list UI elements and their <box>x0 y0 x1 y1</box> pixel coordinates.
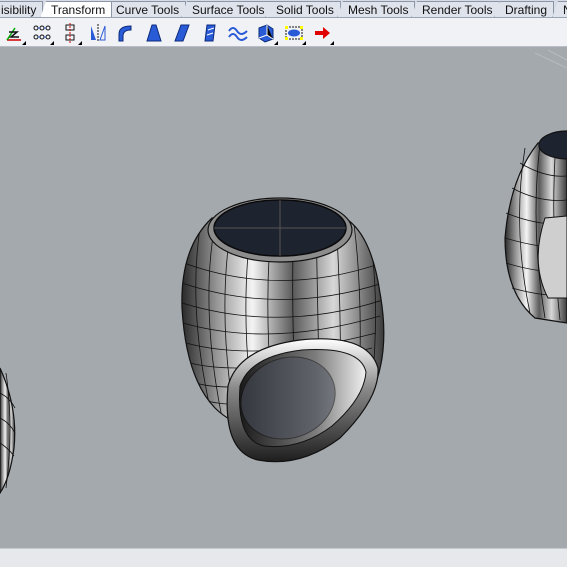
tab-mesh-tools[interactable]: Mesh Tools <box>337 1 416 17</box>
tab-mesh-tools-label: Mesh Tools <box>348 3 409 17</box>
shear-icon[interactable] <box>170 21 194 45</box>
tab-visibility[interactable]: isibility <box>0 1 44 17</box>
bend-icon[interactable] <box>114 21 138 45</box>
flow-along-surface-icon[interactable] <box>254 21 278 45</box>
tab-render-tools-label: Render Tools <box>422 3 493 17</box>
tab-curve-tools-label: Curve Tools <box>116 3 180 17</box>
tab-drafting[interactable]: Drafting <box>494 1 555 17</box>
ring-right-partial <box>504 130 567 324</box>
tab-drafting-label: Drafting <box>505 3 548 17</box>
taper-icon[interactable] <box>142 21 166 45</box>
tab-transform-label: Transform <box>51 3 106 17</box>
ribbon-tab-bar: isibility Transform Curve Tools Surface … <box>0 0 567 18</box>
mirror-icon[interactable] <box>86 21 110 45</box>
cage-edit-icon[interactable] <box>282 21 306 45</box>
transform-toolbar <box>0 18 567 47</box>
status-bar <box>0 548 567 567</box>
arrow-right-icon[interactable] <box>310 21 334 45</box>
set-zero-axis-icon[interactable] <box>2 21 26 45</box>
ring-left-partial <box>0 367 16 495</box>
tab-surface-tools-label: Surface Tools <box>192 3 265 17</box>
smooth-icon[interactable] <box>226 21 250 45</box>
twist-icon[interactable] <box>198 21 222 45</box>
perspective-viewport[interactable] <box>0 48 567 548</box>
align-icon[interactable] <box>58 21 82 45</box>
ring-scene <box>0 49 567 495</box>
tab-next-label: N <box>563 3 567 17</box>
tab-next[interactable]: N <box>552 1 567 17</box>
tab-render-tools[interactable]: Render Tools <box>411 1 500 17</box>
tab-solid-tools-label: Solid Tools <box>276 3 334 17</box>
array-along-points-icon[interactable] <box>30 21 54 45</box>
tab-curve-tools[interactable]: Curve Tools <box>105 1 187 17</box>
tab-surface-tools[interactable]: Surface Tools <box>181 1 272 17</box>
signet-ring-center <box>181 197 385 463</box>
tab-visibility-label: isibility <box>1 3 37 17</box>
tab-transform[interactable]: Transform <box>40 1 113 17</box>
tab-solid-tools[interactable]: Solid Tools <box>265 1 341 17</box>
